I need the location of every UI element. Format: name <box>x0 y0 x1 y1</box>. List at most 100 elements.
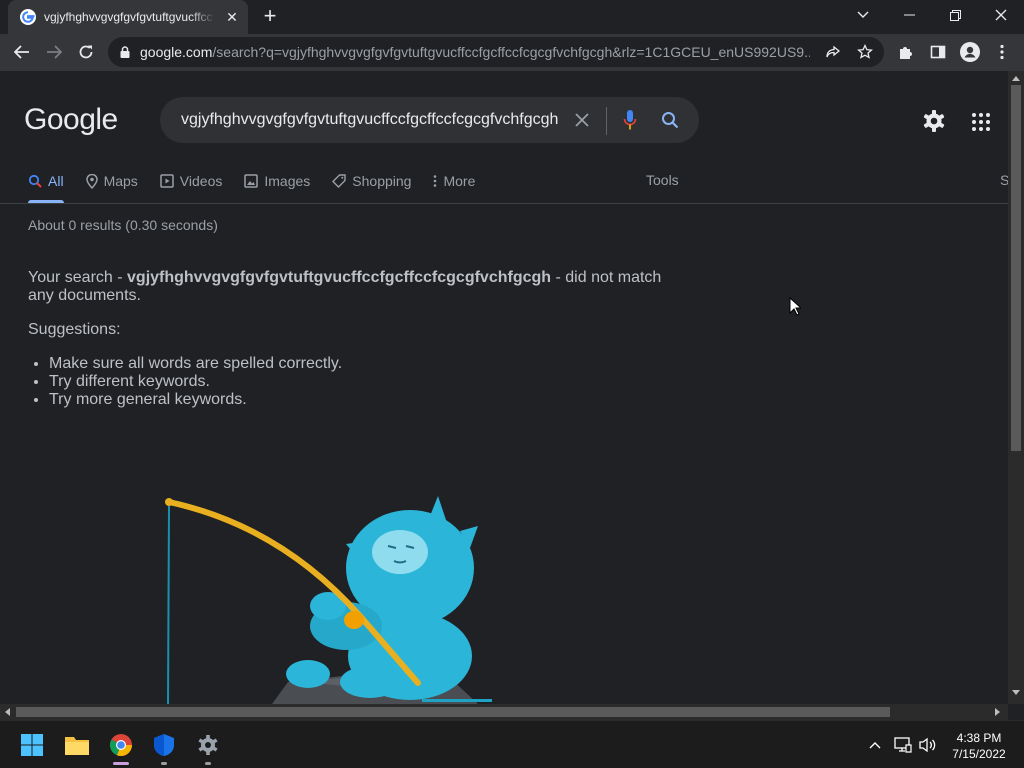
search-box[interactable]: vgjyfhghvvgvgfgvfgvtuftgvucffccfgcffccfc… <box>160 97 699 143</box>
tab-title: vgjyfhghvvgvgfgvfgvtuftgvucffcc <box>44 10 213 24</box>
tab-shopping[interactable]: Shopping <box>332 169 411 193</box>
suggestion-item: Try more general keywords. <box>49 391 342 409</box>
clear-search-button[interactable] <box>570 108 594 132</box>
chevron-up-icon <box>869 742 881 749</box>
scroll-down-icon[interactable] <box>1012 690 1020 696</box>
search-icon <box>662 112 679 129</box>
taskbar-file-explorer[interactable] <box>61 729 93 761</box>
settings-button[interactable] <box>920 107 948 135</box>
extensions-button[interactable] <box>892 38 920 66</box>
running-indicator <box>161 762 167 765</box>
tab-label: Maps <box>103 173 138 189</box>
search-button[interactable] <box>658 108 682 132</box>
browser-tab[interactable]: vgjyfhghvvgvgfgvfgvtuftgvucffcc ✕ <box>8 0 248 34</box>
search-icon <box>28 174 42 188</box>
minimize-button[interactable] <box>886 0 932 30</box>
windows-taskbar: 4:38 PM 7/15/2022 <box>0 720 1024 768</box>
lock-icon <box>120 46 130 58</box>
tag-icon <box>332 174 346 188</box>
safesearch-link-cutoff[interactable]: S <box>1000 172 1008 188</box>
running-indicator <box>205 762 211 765</box>
close-icon <box>995 9 1007 21</box>
tab-label: All <box>48 173 64 189</box>
arrow-left-icon <box>14 45 29 59</box>
tab-label: Images <box>264 173 311 189</box>
star-icon <box>857 44 873 59</box>
url-path: /search?q=vgjyfhghvvgvgfgvfgvtuftgvucffc… <box>212 44 810 60</box>
google-logo[interactable]: Google <box>24 103 118 137</box>
browser-menu-button[interactable] <box>988 38 1016 66</box>
tab-label: Videos <box>179 173 223 189</box>
video-icon <box>160 174 174 188</box>
horizontal-scroll-thumb[interactable] <box>16 707 890 717</box>
new-tab-button[interactable]: + <box>258 5 282 28</box>
tab-more[interactable]: More <box>433 169 475 193</box>
start-button[interactable] <box>16 729 48 761</box>
tab-videos[interactable]: Videos <box>160 169 223 193</box>
tab-strip: vgjyfhghvvgvgfgvfgvtuftgvucffcc ✕ + <box>0 0 1024 34</box>
tab-close-icon[interactable]: ✕ <box>224 9 240 25</box>
network-icon <box>894 737 912 753</box>
speaker-icon <box>919 737 936 753</box>
scrollbar-corner <box>1008 704 1024 720</box>
reload-icon <box>79 45 93 59</box>
volume-control[interactable] <box>917 735 939 755</box>
gear-icon <box>198 735 218 755</box>
scroll-left-icon[interactable] <box>4 708 10 716</box>
scroll-up-icon[interactable] <box>1012 75 1020 81</box>
taskbar-chrome[interactable] <box>105 729 137 765</box>
taskbar-settings[interactable] <box>192 729 224 765</box>
side-panel-button[interactable] <box>924 38 952 66</box>
fishing-yeti-illustration <box>165 496 492 704</box>
tools-button[interactable]: Tools <box>646 172 679 188</box>
search-input[interactable]: vgjyfhghvvgvgfgvfgvtuftgvucffccfgcffccfc… <box>181 111 561 129</box>
reload-button[interactable] <box>72 38 100 66</box>
gear-icon <box>923 110 945 132</box>
profile-button[interactable] <box>956 38 984 66</box>
close-icon <box>575 113 589 127</box>
restore-icon <box>949 9 961 21</box>
mouse-cursor-icon <box>789 297 801 316</box>
suggestions-heading: Suggestions: <box>28 321 121 338</box>
tab-images[interactable]: Images <box>244 169 310 193</box>
scroll-right-icon[interactable] <box>995 708 1001 716</box>
suggestion-item: Try different keywords. <box>49 373 342 391</box>
clock-time: 4:38 PM <box>956 731 1002 745</box>
image-icon <box>244 174 259 188</box>
google-apps-button[interactable] <box>966 107 994 135</box>
vertical-scroll-thumb[interactable] <box>1011 85 1021 451</box>
taskbar-clock[interactable]: 4:38 PM 7/15/2022 <box>944 730 1014 762</box>
bookmark-button[interactable] <box>856 43 874 61</box>
url-text[interactable]: google.com/search?q=vgjyfhghvvgvgfgvfgvt… <box>140 44 810 60</box>
suggestions-list: Make sure all words are spelled correctl… <box>49 355 342 409</box>
close-window-button[interactable] <box>978 0 1024 30</box>
horizontal-scrollbar[interactable] <box>0 704 1008 720</box>
share-icon <box>826 45 841 58</box>
suggestion-item: Make sure all words are spelled correctl… <box>49 355 342 373</box>
microphone-icon <box>623 110 637 130</box>
tab-all[interactable]: All <box>28 169 64 193</box>
minimize-icon <box>903 14 915 16</box>
windows-logo-icon <box>21 734 43 756</box>
tab-search-button[interactable] <box>840 0 886 30</box>
more-vert-icon <box>434 175 437 187</box>
folder-icon <box>65 737 89 755</box>
address-bar[interactable]: google.com/search?q=vgjyfhghvvgvgfgvfgvt… <box>108 37 884 67</box>
network-status[interactable] <box>892 735 914 755</box>
restore-button[interactable] <box>932 0 978 30</box>
tab-label: More <box>443 173 476 189</box>
chevron-down-icon <box>857 11 869 18</box>
show-hidden-icons-button[interactable] <box>864 735 886 755</box>
taskbar-security[interactable] <box>148 729 180 765</box>
forward-button[interactable] <box>40 38 68 66</box>
back-button[interactable] <box>8 38 36 66</box>
tab-maps[interactable]: Maps <box>85 169 138 193</box>
search-box-divider <box>606 107 607 135</box>
apps-grid-icon <box>972 113 976 117</box>
shield-icon <box>154 734 174 756</box>
search-nav: All Maps Videos Images Shopping More <box>28 169 497 203</box>
share-button[interactable] <box>824 43 842 61</box>
voice-search-button[interactable] <box>618 108 642 132</box>
map-pin-icon <box>85 173 98 189</box>
vertical-scrollbar[interactable] <box>1008 71 1024 704</box>
